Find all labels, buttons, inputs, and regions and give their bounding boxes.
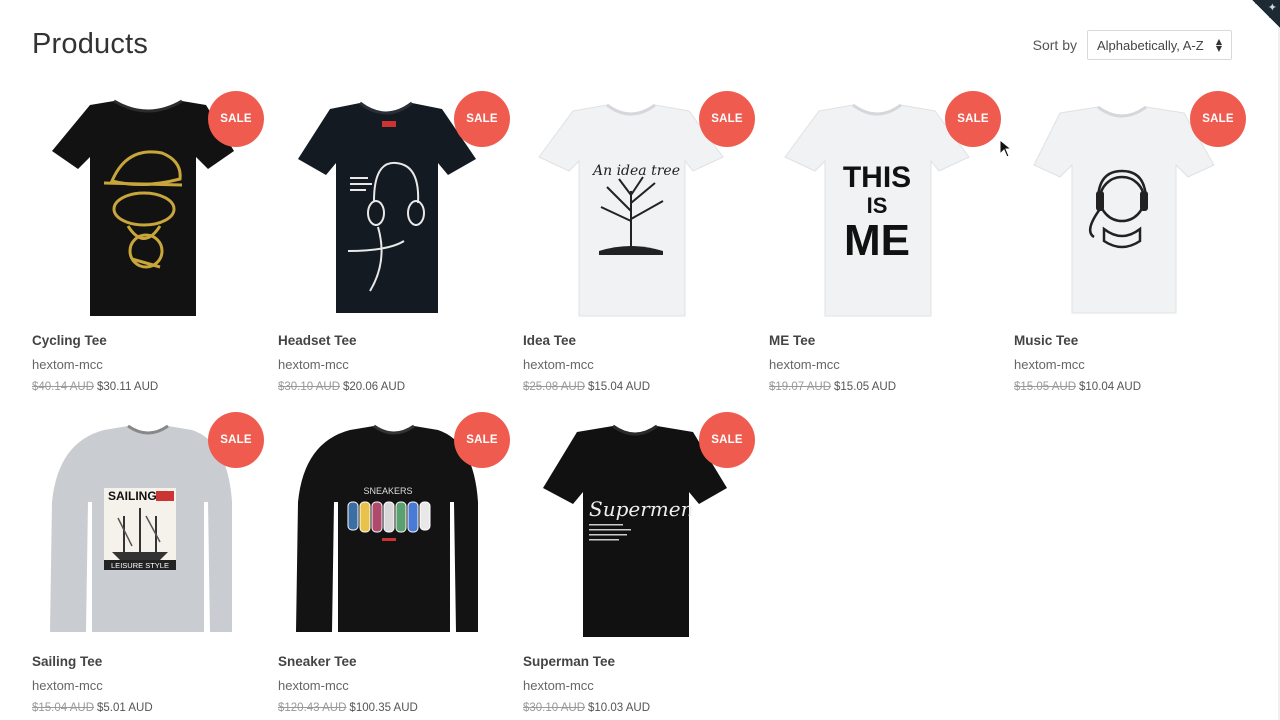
sale-badge: SALE: [1190, 91, 1246, 147]
compare-price: $25.08 AUD: [523, 381, 586, 393]
sale-badge: SALE: [208, 91, 264, 147]
shirt-print-line: LEISURE STYLE: [111, 561, 169, 570]
sort-label: Sort by: [1032, 37, 1077, 53]
product-price: $120.43 AUD $100.35 AUD: [278, 702, 510, 714]
sale-price: $15.05 AUD: [834, 381, 897, 393]
sale-price: $100.35 AUD: [349, 702, 418, 714]
compare-price: $40.14 AUD: [32, 381, 95, 393]
product-vendor: hextom-mcc: [1014, 357, 1085, 372]
product-name[interactable]: Music Tee: [1014, 333, 1246, 348]
product-name[interactable]: Headset Tee: [278, 333, 510, 348]
product-vendor: hextom-mcc: [523, 357, 594, 372]
shirt-print-line: THIS: [843, 161, 911, 194]
shirt-print-line: IS: [867, 193, 888, 218]
shirt-print-text: An idea tree: [591, 163, 680, 179]
page-title: Products: [32, 28, 149, 60]
product-price: $15.04 AUD $5.01 AUD: [32, 702, 264, 714]
product-vendor: hextom-mcc: [523, 678, 594, 693]
product-vendor: hextom-mcc: [769, 357, 840, 372]
product-image[interactable]: SALE: [278, 91, 510, 319]
compare-price: $30.10 AUD: [278, 381, 341, 393]
product-price: $15.05 AUD $10.04 AUD: [1014, 381, 1246, 393]
sale-price: $5.01 AUD: [97, 702, 153, 714]
product-name[interactable]: Cycling Tee: [32, 333, 264, 348]
product-card[interactable]: SAILING LEISURE STYLE SALE Sailing Tee h…: [32, 412, 264, 714]
shirt-print-text: SNEAKERS: [363, 486, 412, 496]
product-card[interactable]: An idea tree SALE Idea Tee hextom-mcc $2…: [523, 91, 755, 393]
product-price: $30.10 AUD $20.06 AUD: [278, 381, 510, 393]
product-name[interactable]: Superman Tee: [523, 654, 755, 669]
product-name[interactable]: Sailing Tee: [32, 654, 264, 669]
product-price: $19.07 AUD $15.05 AUD: [769, 381, 1001, 393]
sale-price: $20.06 AUD: [343, 381, 406, 393]
product-image[interactable]: THIS IS ME SALE: [769, 91, 1001, 319]
sale-price: $10.03 AUD: [588, 702, 651, 714]
sort-selected-value: Alphabetically, A-Z: [1097, 37, 1204, 53]
sale-price: $10.04 AUD: [1079, 381, 1142, 393]
product-card[interactable]: THIS IS ME SALE ME Tee hextom-mcc $19.07…: [769, 91, 1001, 393]
product-card[interactable]: SALE Headset Tee hextom-mcc $30.10 AUD $2…: [278, 91, 510, 393]
product-card[interactable]: SALE Music Tee hextom-mcc $15.05 AUD $10.…: [1014, 91, 1246, 393]
mouse-cursor-icon: [999, 139, 1013, 158]
compare-price: $15.05 AUD: [1014, 381, 1077, 393]
product-image[interactable]: SNEAKERS SALE: [278, 412, 510, 640]
product-image[interactable]: SALE: [32, 91, 264, 319]
select-arrows-icon: ▲ ▼: [1215, 37, 1222, 53]
compare-price: $30.10 AUD: [523, 702, 586, 714]
product-vendor: hextom-mcc: [278, 357, 349, 372]
compare-price: $15.04 AUD: [32, 702, 95, 714]
shirt-print-line: ME: [844, 216, 910, 265]
sale-badge: SALE: [945, 91, 1001, 147]
compare-price: $120.43 AUD: [278, 702, 347, 714]
product-vendor: hextom-mcc: [32, 357, 103, 372]
product-price: $25.08 AUD $15.04 AUD: [523, 381, 755, 393]
sale-price: $15.04 AUD: [588, 381, 651, 393]
sale-badge: SALE: [454, 91, 510, 147]
sale-price: $30.11 AUD: [97, 381, 159, 393]
sort-control: Sort by Alphabetically, A-Z ▲ ▼: [1033, 30, 1232, 60]
product-vendor: hextom-mcc: [32, 678, 103, 693]
product-price: $30.10 AUD $10.03 AUD: [523, 702, 755, 714]
gear-icon: ✦: [1267, 1, 1277, 14]
sale-badge: SALE: [208, 412, 264, 468]
product-card[interactable]: SNEAKERS SALE Sneaker Tee hextom-mcc $12…: [278, 412, 510, 714]
product-vendor: hextom-mcc: [278, 678, 349, 693]
product-image[interactable]: Supermen SALE: [523, 412, 755, 640]
product-card[interactable]: SALE Cycling Tee hextom-mcc $40.14 AUD $3…: [32, 91, 264, 393]
compare-price: $19.07 AUD: [769, 381, 832, 393]
product-name[interactable]: ME Tee: [769, 333, 1001, 348]
sale-badge: SALE: [699, 412, 755, 468]
product-name[interactable]: Sneaker Tee: [278, 654, 510, 669]
product-price: $40.14 AUD $30.11 AUD: [32, 381, 264, 393]
product-image[interactable]: SAILING LEISURE STYLE SALE: [32, 412, 264, 640]
shirt-print-line: SAILING: [108, 489, 157, 503]
product-image[interactable]: An idea tree SALE: [523, 91, 755, 319]
product-image[interactable]: SALE: [1014, 91, 1246, 319]
sale-badge: SALE: [699, 91, 755, 147]
product-name[interactable]: Idea Tee: [523, 333, 755, 348]
corner-settings[interactable]: ✦: [1252, 0, 1280, 28]
sort-select[interactable]: Alphabetically, A-Z ▲ ▼: [1087, 30, 1232, 60]
product-card[interactable]: Supermen SALE Superman Tee hextom-mcc $3…: [523, 412, 755, 714]
sale-badge: SALE: [454, 412, 510, 468]
shirt-print-text: Supermen: [589, 497, 693, 521]
